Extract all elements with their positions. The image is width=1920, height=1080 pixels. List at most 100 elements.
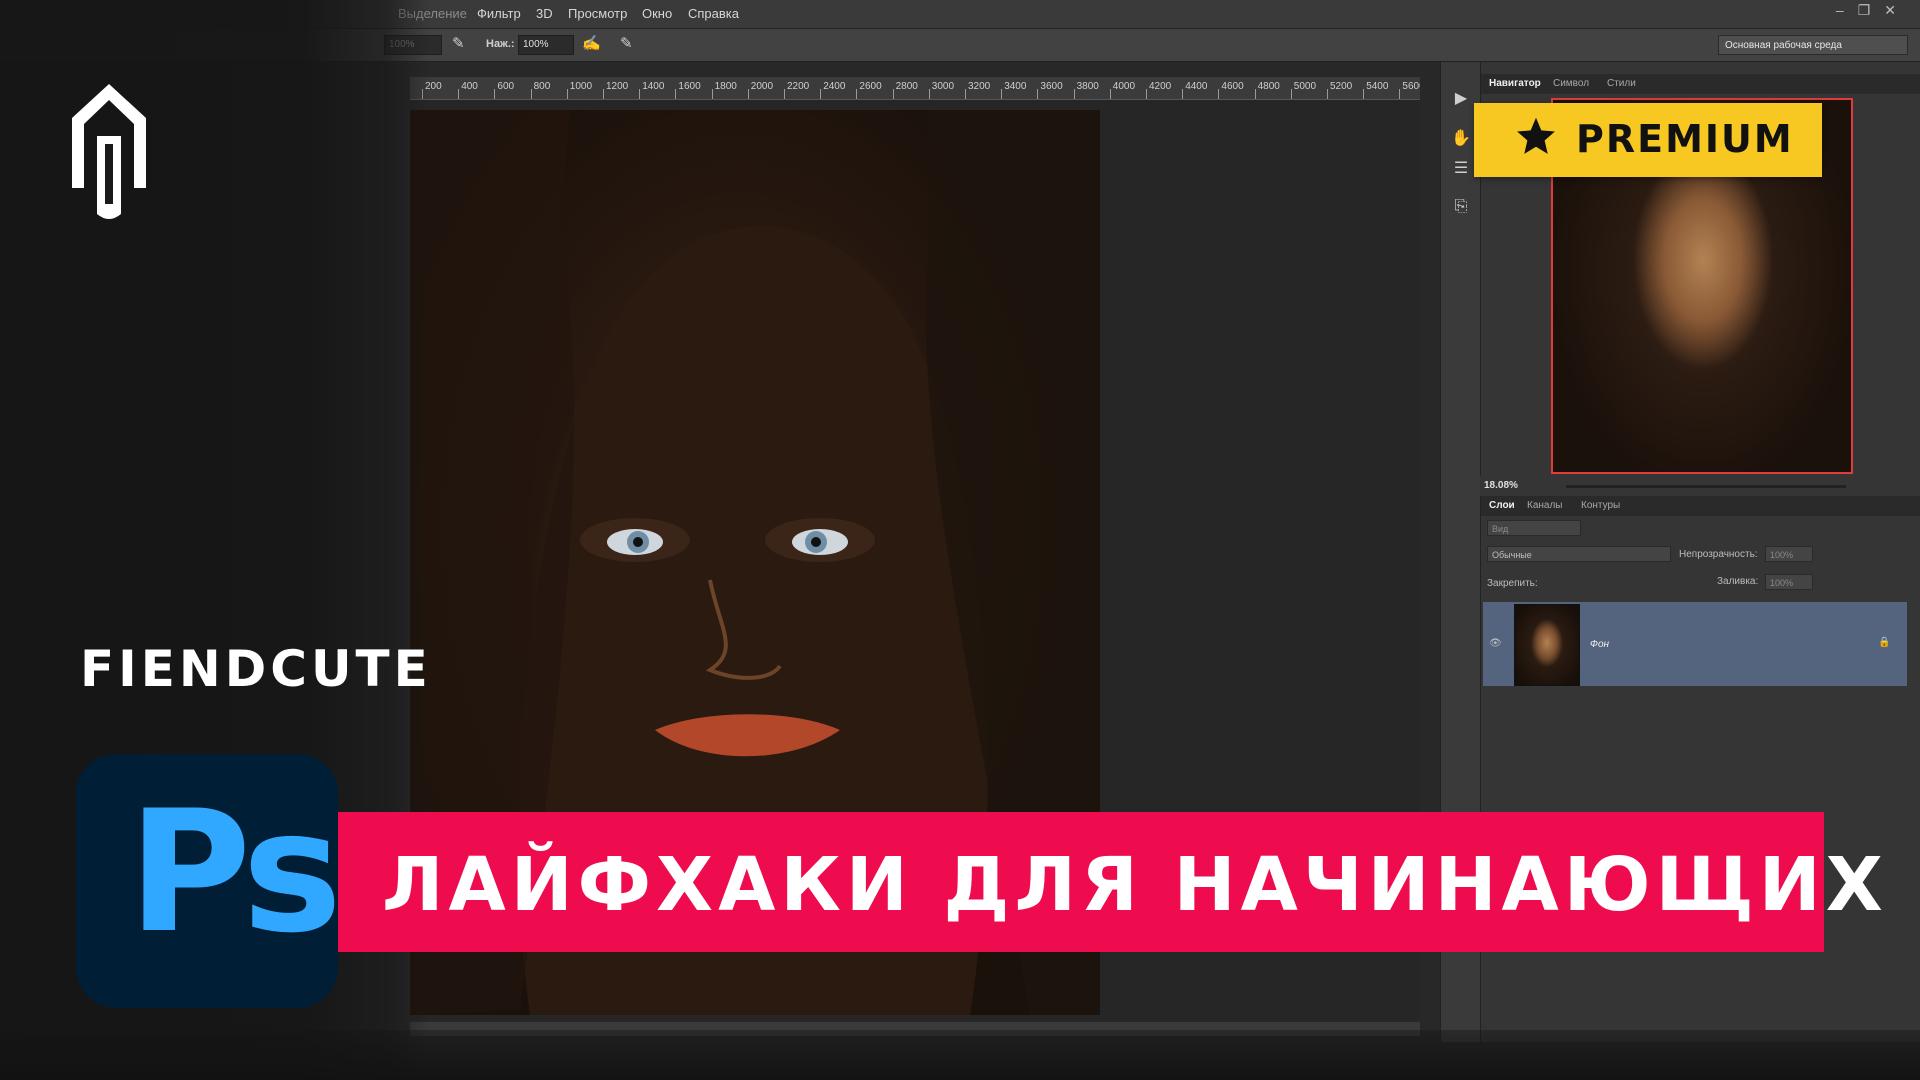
workspace-select[interactable]: Основная рабочая среда	[1718, 35, 1908, 55]
layer-filter-select[interactable]: Вид	[1487, 520, 1581, 536]
ruler-tick-label: 5200	[1330, 81, 1353, 92]
history-icon[interactable]: ⎘	[1451, 198, 1471, 218]
ruler-tick-label: 3000	[931, 81, 955, 92]
ruler-tick-mark	[494, 89, 496, 99]
ruler-tick-mark	[711, 89, 713, 99]
ruler-tick-mark	[1290, 89, 1292, 99]
ruler-tick-label: 600	[497, 81, 515, 92]
ruler-tick-mark	[1399, 89, 1401, 99]
layer-fill-field[interactable]: 100%	[1765, 574, 1813, 590]
brush-size-icon[interactable]: ✎	[620, 34, 633, 52]
navigator-zoom-row: 18.08%	[1480, 476, 1920, 496]
pressure-field[interactable]: 100%	[518, 35, 574, 55]
play-icon[interactable]: ▶	[1451, 88, 1471, 108]
tab-layers[interactable]: Слои	[1489, 500, 1515, 511]
ruler-tick-label: 4400	[1185, 81, 1208, 92]
layer-opacity-field[interactable]: 100%	[1765, 546, 1813, 562]
menu-filter[interactable]: Фильтр	[477, 6, 521, 21]
menu-window[interactable]: Окно	[642, 6, 672, 21]
ruler-tick-label: 2600	[859, 81, 882, 92]
tab-navigator[interactable]: Навигатор	[1489, 78, 1541, 89]
ruler-tick-label: 400	[461, 81, 478, 92]
ruler-tick-label: 3600	[1040, 81, 1063, 92]
ruler-tick-mark	[458, 89, 460, 99]
layer-thumbnail[interactable]	[1514, 604, 1580, 686]
menu-help[interactable]: Справка	[688, 6, 739, 21]
photoshop-logo: Ps	[76, 754, 342, 1008]
layer-name[interactable]: Фон	[1590, 639, 1609, 650]
banner-title: ЛАЙФХАКИ ДЛЯ НАЧИНАЮЩИХ	[382, 842, 1888, 928]
zoom-value[interactable]: 18.08%	[1484, 480, 1518, 491]
ruler-tick-mark	[566, 89, 568, 99]
ruler-tick-mark	[1363, 89, 1365, 99]
tab-styles[interactable]: Стили	[1607, 78, 1636, 89]
ruler-tick-mark	[820, 89, 822, 99]
tab-channels[interactable]: Каналы	[1527, 500, 1563, 511]
ruler-tick-mark	[1109, 89, 1111, 99]
ruler-tick-label: 5000	[1293, 81, 1317, 92]
ruler-tick-label: 5600	[1402, 81, 1420, 92]
ruler-tick-mark	[1146, 89, 1147, 99]
pressure-label: Наж.:	[486, 38, 515, 50]
menu-3d[interactable]: 3D	[536, 6, 553, 21]
eye-icon[interactable]: 👁	[1489, 638, 1502, 649]
ruler-tick-label: 3800	[1076, 81, 1099, 92]
ruler-tick-mark	[1182, 89, 1184, 99]
logo-icon	[72, 84, 146, 219]
brush-icon[interactable]: ✋	[1451, 128, 1471, 148]
ruler-tick-label: 5400	[1366, 81, 1389, 92]
tab-paths[interactable]: Контуры	[1581, 500, 1620, 511]
ruler-tick-label: 4200	[1149, 81, 1172, 92]
layers-tabs: Слои Каналы Контуры	[1481, 496, 1920, 516]
ruler-tick-mark	[1218, 89, 1220, 99]
brand-name: FIENDCUTE	[80, 640, 432, 698]
close-icon[interactable]: ✕	[1884, 2, 1910, 18]
ps-logo-text: Ps	[128, 774, 342, 970]
menu-view[interactable]: Просмотр	[568, 6, 627, 21]
ruler-tick-label: 3200	[968, 81, 991, 92]
ruler-tick-mark	[1001, 89, 1003, 99]
window-controls[interactable]: –❐✕	[1836, 2, 1910, 19]
ruler-tick-mark	[1254, 89, 1256, 99]
navigator-tabs: Навигатор Символ Стили	[1481, 74, 1920, 94]
ruler-tick-label: 2400	[823, 81, 846, 92]
minimize-icon[interactable]: –	[1836, 2, 1858, 18]
tab-character[interactable]: Символ	[1553, 78, 1589, 89]
ruler-tick-label: 1000	[569, 81, 593, 92]
bottom-shade	[0, 1030, 1920, 1080]
ruler-tick-label: 1400	[642, 81, 665, 92]
ruler-tick-label: 1200	[606, 81, 629, 92]
blend-mode-select[interactable]: Обычные	[1487, 546, 1671, 562]
opacity-label: Непрозрачность:	[1679, 549, 1758, 560]
ruler-tick-mark	[530, 89, 532, 99]
ruler-tick-mark	[784, 89, 785, 99]
horizontal-ruler: 200 400 600 800 1000 1200 1400 1600 1800 2000 2200…	[410, 77, 1420, 100]
ruler-tick-label: 4800	[1257, 81, 1280, 92]
ruler-tick-label: 2800	[895, 81, 918, 92]
ruler-tick-mark	[1037, 89, 1039, 99]
ruler-tick-mark	[675, 89, 677, 99]
star-icon	[1517, 117, 1555, 154]
ruler-tick-label: 4600	[1221, 81, 1244, 92]
ruler-tick-mark	[747, 89, 749, 99]
zoom-slider[interactable]	[1566, 485, 1846, 488]
fill-label: Заливка:	[1717, 576, 1759, 587]
ruler-tick-mark	[892, 89, 894, 99]
ruler-tick-label: 800	[533, 81, 551, 92]
pressure-tablet-icon[interactable]: ✍	[582, 34, 601, 52]
restore-icon[interactable]: ❐	[1858, 2, 1885, 18]
premium-badge: PREMIUM	[1474, 103, 1822, 177]
ruler-tick-mark	[1327, 89, 1328, 99]
lock-icon: 🔒	[1878, 637, 1891, 648]
airbrush-icon[interactable]: ✎	[452, 34, 465, 52]
ruler-tick-label: 2000	[750, 81, 774, 92]
ruler-tick-mark	[1073, 89, 1075, 99]
ruler-tick-label: 4000	[1112, 81, 1136, 92]
ruler-tick-mark	[965, 89, 966, 99]
ruler-tick-mark	[856, 89, 858, 99]
ruler-tick-label: 2200	[787, 81, 810, 92]
adjust-icon[interactable]: ☰	[1451, 158, 1471, 178]
ruler-tick-mark	[639, 89, 641, 99]
premium-label: PREMIUM	[1576, 117, 1794, 161]
ruler-tick-mark	[603, 89, 604, 99]
